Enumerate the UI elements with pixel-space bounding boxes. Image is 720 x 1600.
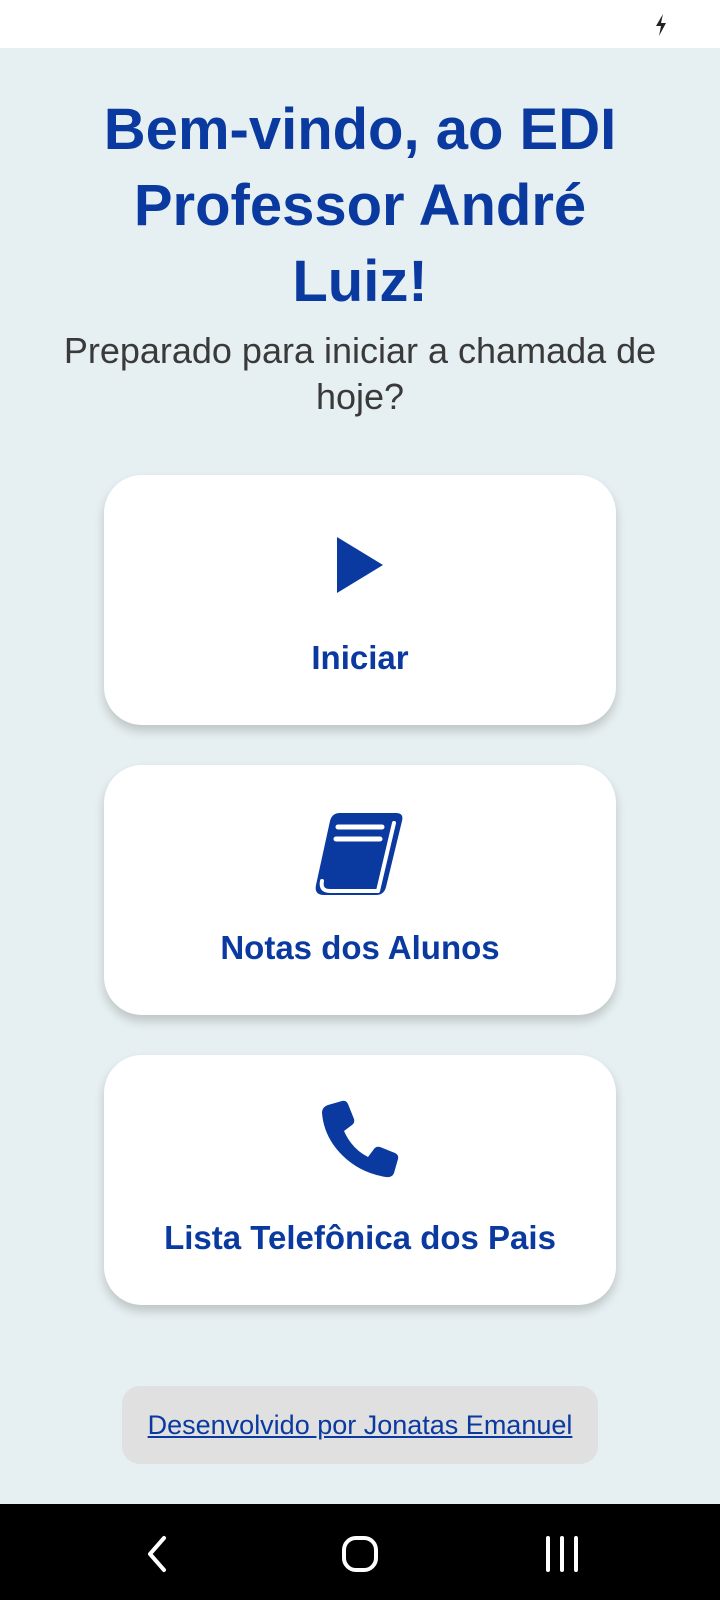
parents-phonebook-button[interactable]: Lista Telefônica dos Pais: [104, 1055, 616, 1305]
status-bar: [0, 0, 720, 48]
recent-apps-icon[interactable]: [538, 1530, 586, 1578]
developer-credit-link[interactable]: Desenvolvido por Jonatas Emanuel: [148, 1410, 573, 1441]
parents-phonebook-button-label: Lista Telefônica dos Pais: [164, 1219, 556, 1256]
start-button[interactable]: Iniciar: [104, 475, 616, 725]
charging-bolt-icon: [656, 14, 666, 36]
back-icon[interactable]: [134, 1530, 182, 1578]
page-title: Bem-vindo, ao EDI Professor André Luiz!: [103, 97, 617, 314]
home-icon[interactable]: [336, 1530, 384, 1578]
page-subtitle: Preparado para iniciar a chamada de hoje…: [63, 330, 657, 417]
developer-credit: Desenvolvido por Jonatas Emanuel: [122, 1386, 598, 1464]
play-icon: [337, 537, 383, 593]
book-icon: [315, 813, 403, 895]
student-grades-button-label: Notas dos Alunos: [220, 929, 500, 966]
main-content: Bem-vindo, ao EDI Professor André Luiz! …: [0, 48, 720, 1504]
student-grades-button[interactable]: Notas dos Alunos: [104, 765, 616, 1015]
start-button-label: Iniciar: [311, 639, 409, 676]
navigation-bar: [0, 1504, 720, 1600]
phone-icon: [322, 1100, 399, 1178]
